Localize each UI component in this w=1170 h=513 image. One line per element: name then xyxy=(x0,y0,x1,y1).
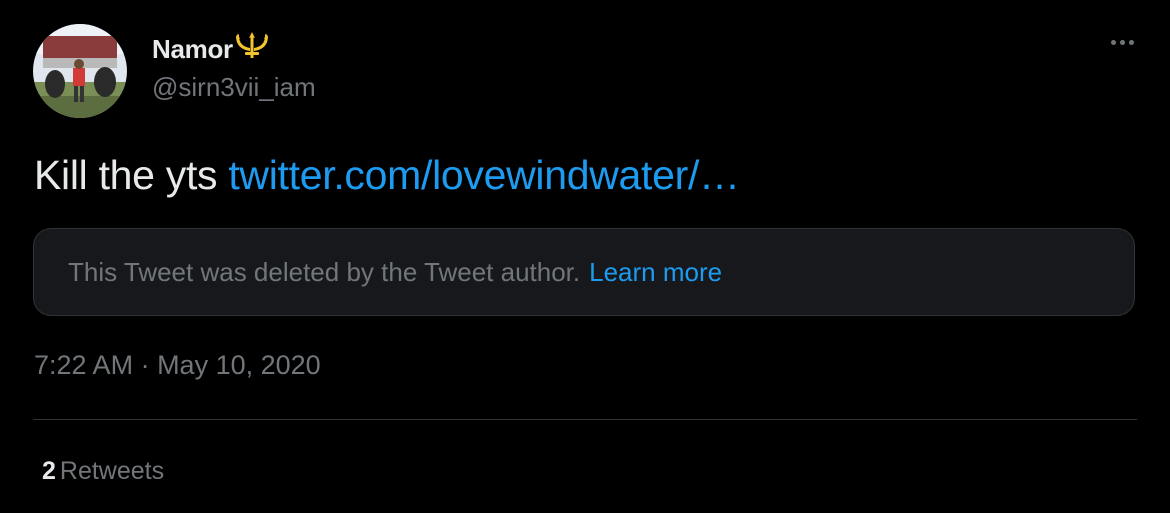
author-row[interactable]: Namor xyxy=(152,30,269,68)
trident-icon xyxy=(235,30,269,65)
retweets-label: Retweets xyxy=(59,457,165,485)
tweet-link[interactable]: twitter.com/lovewindwater/… xyxy=(228,152,740,198)
more-options-icon[interactable] xyxy=(1111,40,1134,45)
timestamp-separator: · xyxy=(133,350,158,380)
tweet-date: May 10, 2020 xyxy=(157,350,321,380)
timestamp[interactable]: 7:22 AM · May 10, 2020 xyxy=(34,350,321,381)
tweet-text: Kill the yts twitter.com/lovewindwater/… xyxy=(34,152,740,199)
author-handle[interactable]: @sirn3vii_iam xyxy=(152,72,316,103)
deleted-notice: This Tweet was deleted by the Tweet auth… xyxy=(68,256,581,287)
dot xyxy=(1120,40,1125,45)
retweets-stat[interactable]: 2 Retweets xyxy=(42,457,164,486)
display-name[interactable]: Namor xyxy=(152,34,233,65)
dot xyxy=(1129,40,1134,45)
quoted-tweet[interactable]: This Tweet was deleted by the Tweet auth… xyxy=(33,228,1135,316)
dot xyxy=(1111,40,1116,45)
avatar[interactable] xyxy=(33,24,127,118)
avatar-photo xyxy=(33,24,127,118)
tweet-time: 7:22 AM xyxy=(34,350,134,380)
tweet-body: Kill the yts xyxy=(34,152,229,198)
retweets-count: 2 xyxy=(42,457,56,485)
learn-more-link[interactable]: Learn more xyxy=(589,257,722,288)
divider xyxy=(33,419,1137,420)
